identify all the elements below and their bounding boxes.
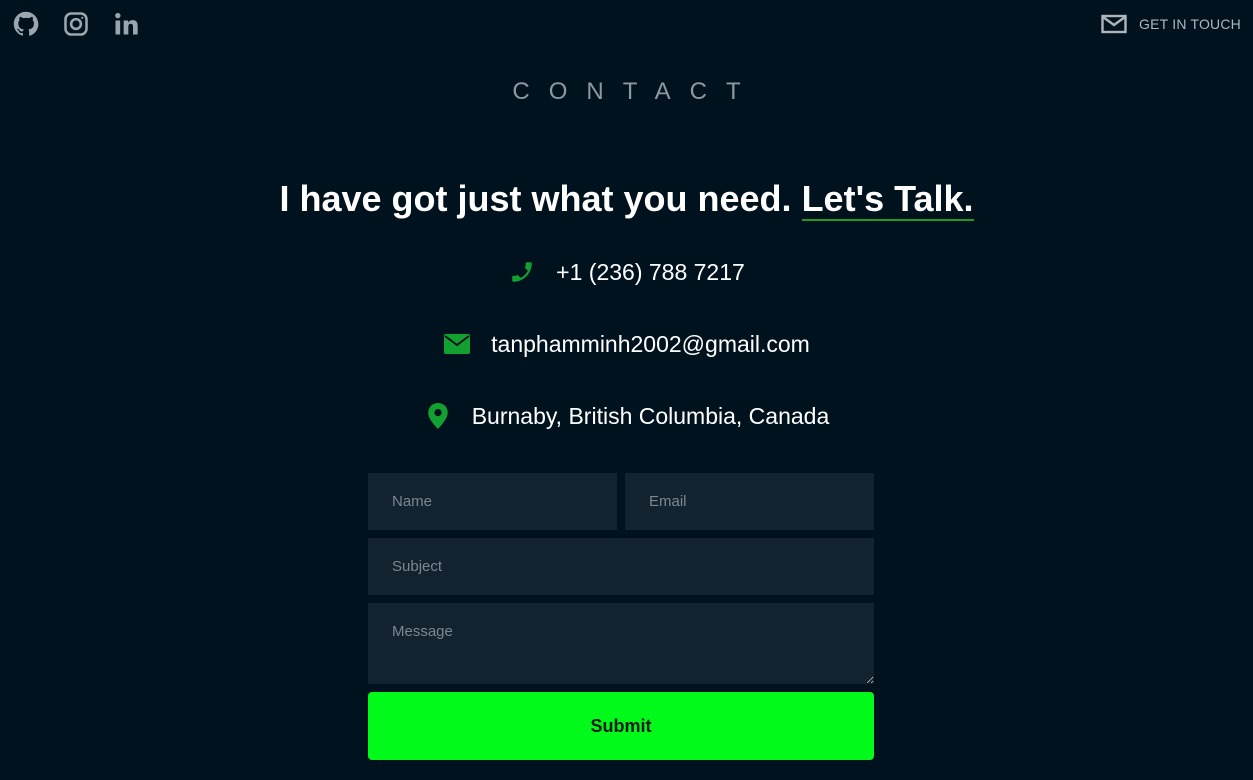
section-title: CONTACT: [512, 78, 760, 105]
name-email-row: [368, 473, 874, 530]
email-input[interactable]: [625, 473, 874, 530]
instagram-icon[interactable]: [62, 10, 90, 38]
headline-text: I have got just what you need.: [279, 178, 802, 219]
get-in-touch-link[interactable]: GET IN TOUCH: [1101, 14, 1241, 34]
email-row: tanphamminh2002@gmail.com: [0, 330, 1253, 358]
location-row: Burnaby, British Columbia, Canada: [0, 402, 1253, 430]
phone-row: +1 (236) 788 7217: [0, 258, 1253, 286]
github-icon[interactable]: [12, 10, 40, 38]
phone-number[interactable]: +1 (236) 788 7217: [556, 259, 745, 286]
lets-talk-link[interactable]: Let's Talk.: [801, 178, 974, 221]
name-input[interactable]: [368, 473, 617, 530]
subject-input[interactable]: [368, 538, 874, 595]
contact-form: Submit: [368, 473, 874, 760]
contact-page: GET IN TOUCH CONTACT I have got just wha…: [0, 0, 1253, 780]
social-links: [12, 10, 140, 38]
submit-button[interactable]: Submit: [368, 692, 874, 760]
email-address[interactable]: tanphamminh2002@gmail.com: [491, 331, 810, 358]
map-pin-icon: [424, 402, 452, 430]
contact-headline: I have got just what you need. Let's Tal…: [0, 178, 1253, 221]
linkedin-icon[interactable]: [112, 10, 140, 38]
message-textarea[interactable]: [368, 603, 874, 684]
phone-icon: [508, 258, 536, 286]
envelope-icon: [443, 330, 471, 358]
location-text: Burnaby, British Columbia, Canada: [471, 402, 830, 429]
get-in-touch-label: GET IN TOUCH: [1139, 16, 1241, 32]
subject-row: [368, 538, 874, 595]
mail-outline-icon: [1101, 14, 1127, 34]
